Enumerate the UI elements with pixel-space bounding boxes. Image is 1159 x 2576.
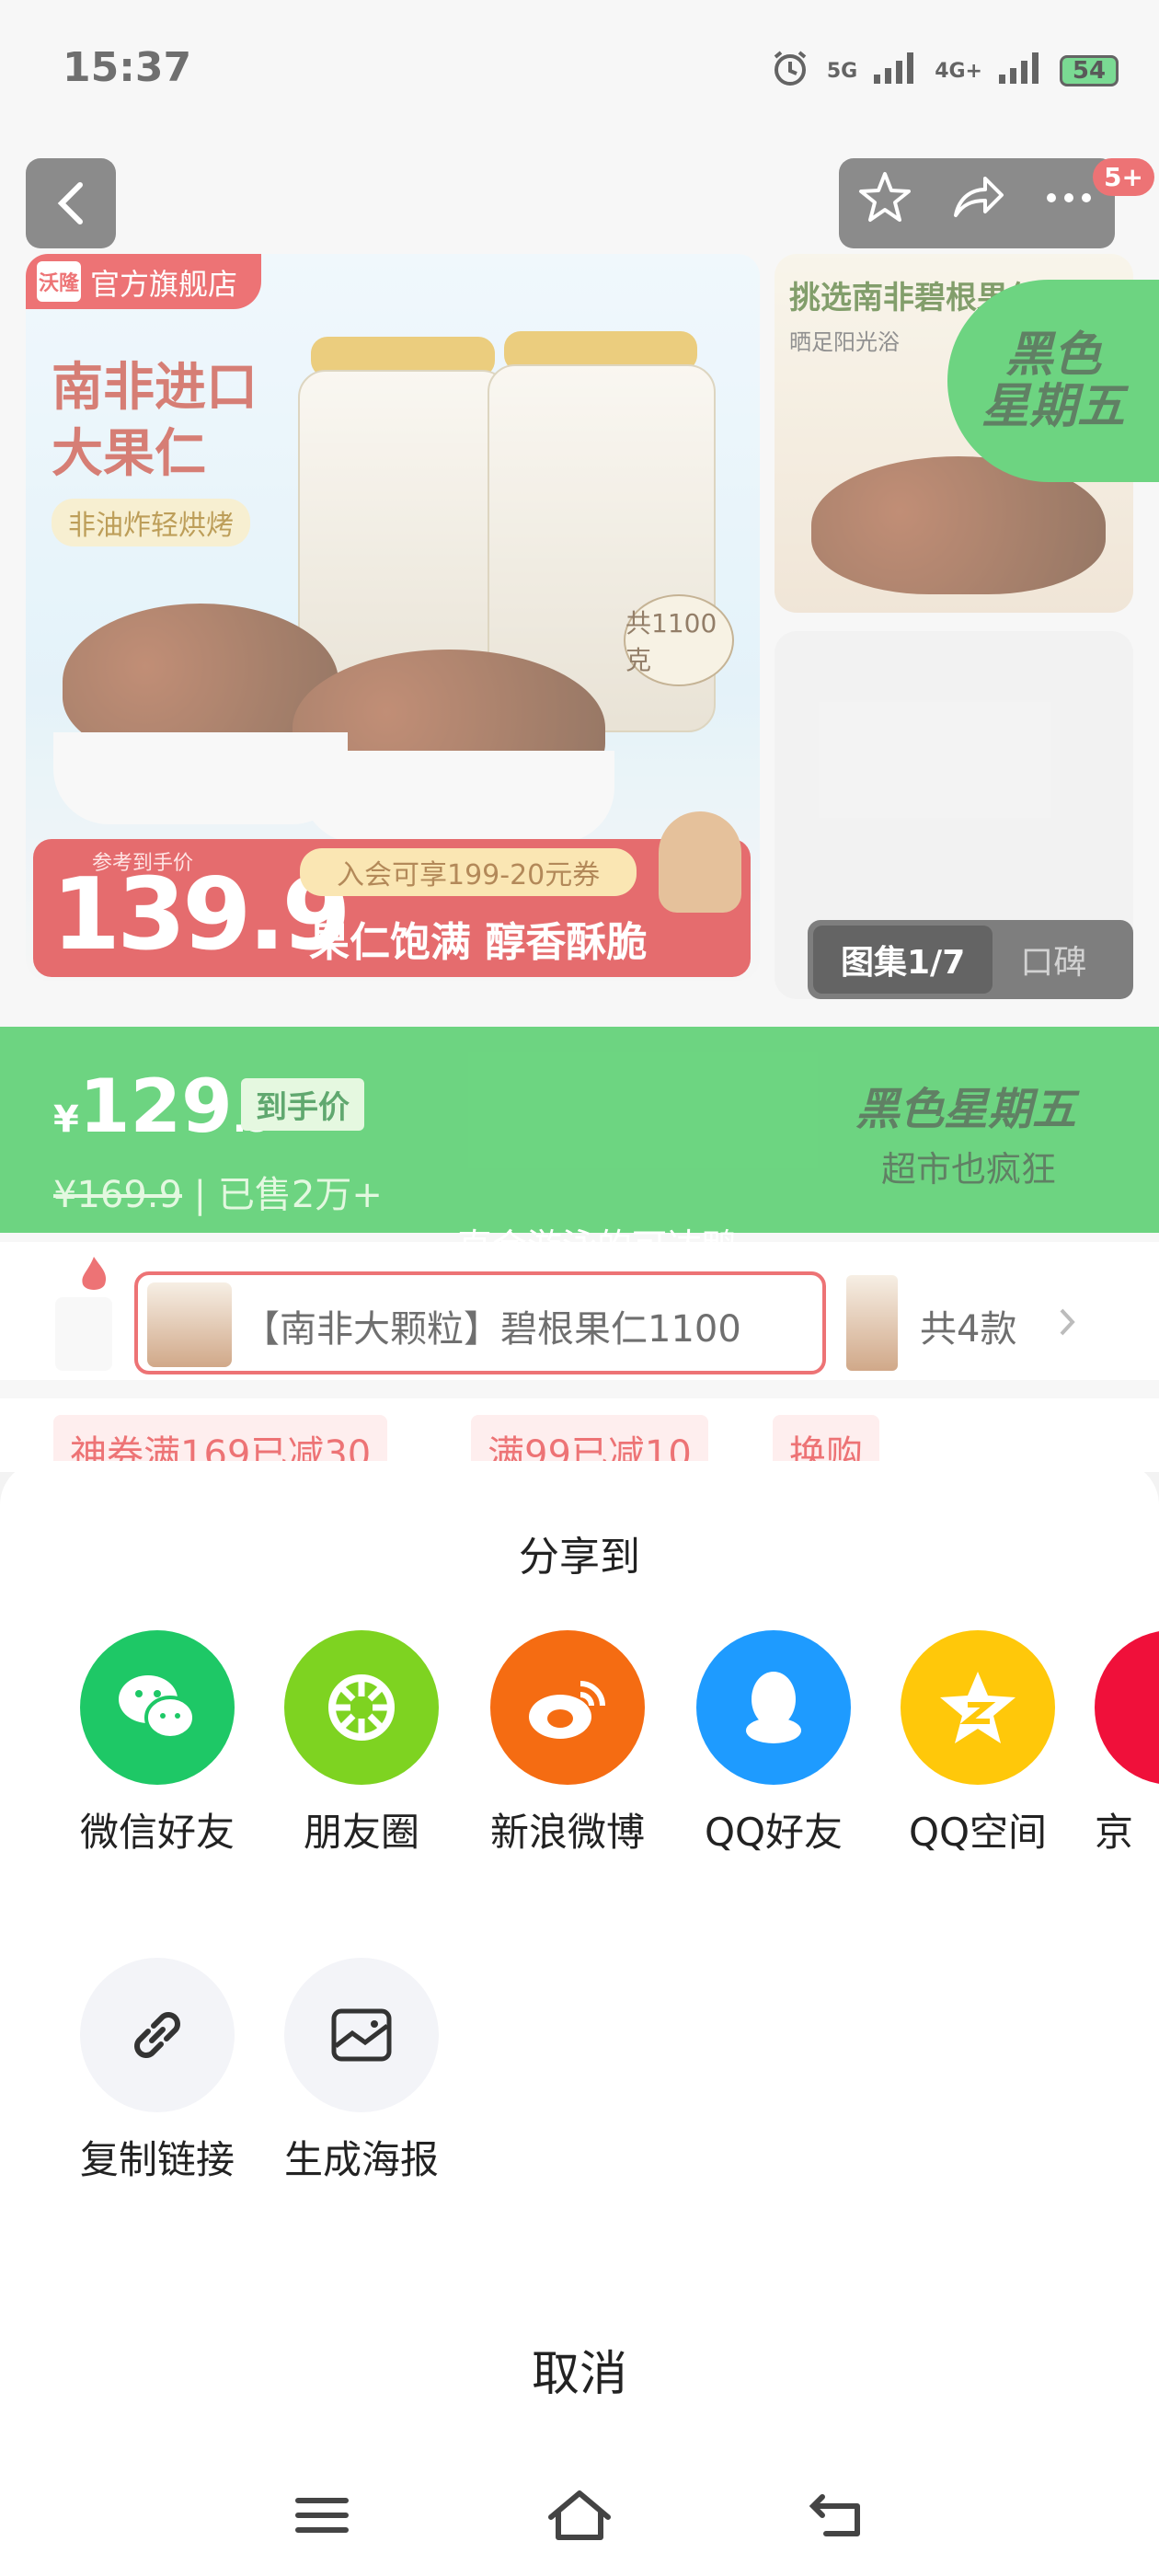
poster-icon [284, 1958, 439, 2112]
wechat-icon [80, 1630, 235, 1785]
system-navigation-bar [0, 2451, 1159, 2576]
share-qzone[interactable]: QQ空间 [890, 1630, 1065, 1857]
share-label-moments: 朋友圈 [303, 1810, 419, 1855]
generate-poster-button[interactable]: 生成海报 [274, 1958, 449, 2185]
share-label-qzone: QQ空间 [908, 1810, 1048, 1855]
home-icon [548, 2490, 611, 2540]
share-sheet-title: 分享到 [519, 1534, 640, 1581]
share-moments[interactable]: 朋友圈 [274, 1630, 449, 1857]
moments-icon [284, 1630, 439, 1785]
copy-link-label: 复制链接 [79, 2137, 235, 2182]
share-wechat-friend[interactable]: 微信好友 [70, 1630, 245, 1857]
back-nav-button[interactable] [800, 2478, 874, 2552]
share-label-qq: QQ好友 [704, 1810, 843, 1855]
share-jd[interactable]: 京 [1095, 1630, 1159, 1857]
jd-icon [1095, 1630, 1159, 1785]
share-label-wechat: 微信好友 [79, 1810, 235, 1855]
share-sheet: 分享到 微信好友 朋友圈 新浪微博 QQ好友 QQ空间 京 复制链接 生成海报 … [0, 1461, 1159, 2576]
copy-link-button[interactable]: 复制链接 [70, 1958, 245, 2185]
page-dim-overlay[interactable] [0, 0, 1159, 1463]
qq-icon [696, 1630, 851, 1785]
share-label-jd: 京 [1095, 1810, 1134, 1855]
share-weibo[interactable]: 新浪微博 [480, 1630, 655, 1857]
share-label-weibo: 新浪微博 [489, 1810, 645, 1855]
generate-poster-label: 生成海报 [283, 2137, 439, 2182]
share-qq-friend[interactable]: QQ好友 [686, 1630, 861, 1857]
weibo-icon [490, 1630, 645, 1785]
back-arrow-icon [809, 2494, 860, 2536]
menu-icon [295, 2498, 349, 2533]
menu-nav-button[interactable] [285, 2478, 359, 2552]
link-icon [80, 1958, 235, 2112]
home-nav-button[interactable] [543, 2478, 616, 2552]
qzone-icon [901, 1630, 1055, 1785]
cancel-button[interactable]: 取消 [0, 2335, 1159, 2404]
